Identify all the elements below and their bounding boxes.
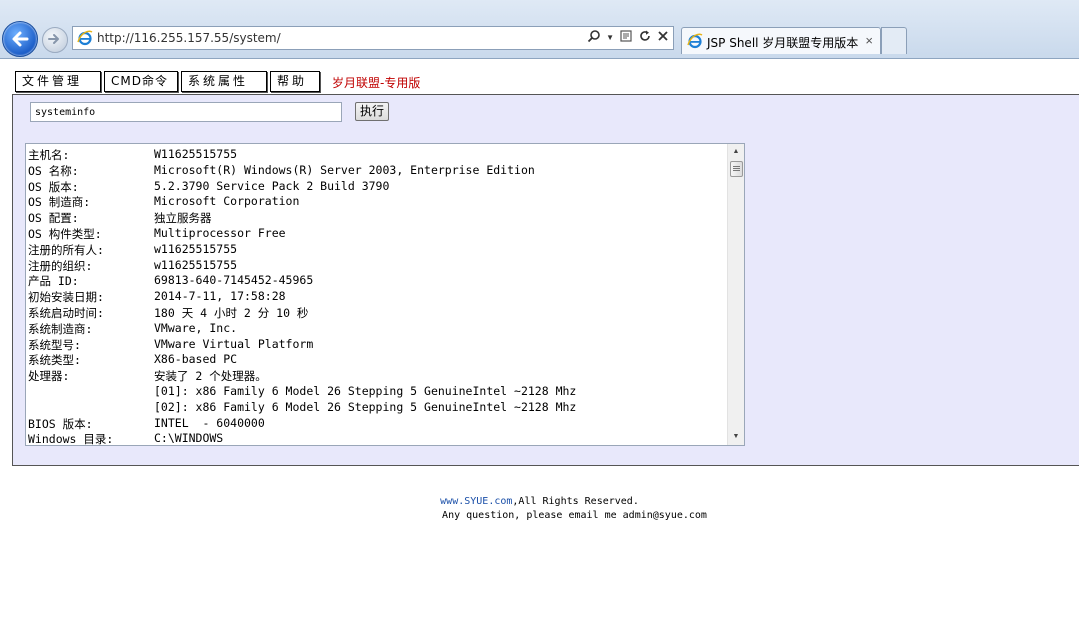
output-line: OS 名称: Microsoft(R) Windows(R) Server 200… [28,163,728,179]
stop-icon[interactable] [657,29,669,47]
output-value: [02]: x86 Family 6 Model 26 Stepping 5 G… [154,399,577,414]
output-line: BIOS 版本: INTEL - 6040000 [28,416,728,432]
output-value: VMware, Inc. [154,320,238,335]
new-tab-button[interactable] [881,27,907,54]
output-value: INTEL - 6040000 [154,415,265,430]
address-tools: ▼ [587,29,669,47]
browser-chrome: http://116.255.157.55/system/ ▼ JSP Shel… [0,0,1079,59]
output-line: 注册的组织: w11625515755 [28,258,728,274]
close-icon[interactable]: × [865,33,873,48]
menu-cmd[interactable]: CMD命令 [104,71,178,92]
command-panel: 执行 主机名: W11625515755 OS 名称: Microsoft(R) Wi… [12,94,1079,466]
forward-button[interactable] [42,27,68,53]
tab-title: JSP Shell 岁月联盟专用版本 [707,36,859,50]
compatibility-view-icon[interactable] [619,29,633,48]
output-key: OS 版本: [28,179,79,194]
output-key: 处理器: [28,369,70,384]
output-key: 主机名: [28,148,70,162]
browser-tab[interactable]: JSP Shell 岁月联盟专用版本 × [681,27,881,54]
output-value: Microsoft Corporation [154,194,300,209]
scroll-thumb[interactable] [730,161,743,177]
back-arrow-icon [12,31,29,47]
output-line: 系统型号: VMware Virtual Platform [28,337,728,353]
output-value: w11625515755 [154,257,238,272]
output-value: 2014-7-11, 17:58:28 [154,289,286,304]
output-line: 产品 ID: 69813-640-7145452-45965 [28,273,728,289]
footer-contact: Any question, please email me admin@syue… [442,510,707,521]
output-lines: 主机名: W11625515755 OS 名称: Microsoft(R) Windo… [28,147,728,446]
output-key: Windows 目录: [28,432,114,446]
scroll-down-icon[interactable]: ▼ [728,430,744,444]
output-line: [01]: x86 Family 6 Model 26 Stepping 5 G… [28,384,728,400]
output-key: 注册的组织: [28,258,93,273]
output-line: OS 配置: 独立服务器 [28,210,728,226]
ie-logo-icon [77,30,93,46]
menu-system-properties[interactable]: 系统属性 [181,71,267,92]
output-line: 系统类型: X86-based PC [28,352,728,368]
scroll-up-icon[interactable]: ▲ [728,145,744,159]
output-value: 5.2.3790 Service Pack 2 Build 3790 [154,178,390,193]
output-line: [02]: x86 Family 6 Model 26 Stepping 5 G… [28,400,728,416]
output-line: Windows 目录: C:\WINDOWS [28,431,728,446]
output-value: 独立服务器 [154,211,212,226]
footer-copyright: www.SYUE.com,All Rights Reserved. [0,496,1079,507]
output-value: C:\WINDOWS [154,431,224,446]
refresh-icon[interactable] [638,29,652,48]
footer-site-link[interactable]: www.SYUE.com [440,496,512,507]
output-key: OS 名称: [28,163,79,178]
output-value: 180 天 4 小时 2 分 10 秒 [154,305,309,320]
output-line: OS 制造商: Microsoft Corporation [28,194,728,210]
output-line: 注册的所有人: w11625515755 [28,242,728,258]
output-line: OS 版本: 5.2.3790 Service Pack 2 Build 3790 [28,179,728,195]
output-key: 系统启动时间: [28,305,104,320]
back-button[interactable] [2,21,38,57]
command-input[interactable] [30,102,342,122]
command-output[interactable]: 主机名: W11625515755 OS 名称: Microsoft(R) Windo… [25,143,745,446]
address-bar[interactable]: http://116.255.157.55/system/ ▼ [72,26,674,50]
output-line: 初始安装日期: 2014-7-11, 17:58:28 [28,289,728,305]
menu-help[interactable]: 帮助 [270,71,320,92]
output-value: w11625515755 [154,241,238,256]
search-icon[interactable] [587,29,601,48]
chevron-down-icon[interactable]: ▼ [606,29,614,47]
output-key: OS 构件类型: [28,226,102,241]
output-value: X86-based PC [154,352,238,367]
menu-file-manager[interactable]: 文件管理 [15,71,101,92]
execute-button[interactable]: 执行 [355,102,389,121]
forward-arrow-icon [48,34,59,44]
output-value: [01]: x86 Family 6 Model 26 Stepping 5 G… [154,383,577,398]
output-line: 处理器: 安装了 2 个处理器。 [28,368,728,384]
output-value: VMware Virtual Platform [154,336,314,351]
output-key: 系统型号: [28,337,81,352]
output-value: 安装了 2 个处理器。 [154,369,267,384]
brand-label: 岁月联盟-专用版 [332,76,421,90]
output-value: W11625515755 [154,147,238,161]
output-key: BIOS 版本: [28,416,93,431]
output-key: 产品 ID: [28,274,79,289]
output-value: Microsoft(R) Windows(R) Server 2003, Ent… [154,162,535,177]
output-line: 主机名: W11625515755 [28,147,728,163]
output-key: 注册的所有人: [28,242,104,257]
output-key: 系统制造商: [28,321,93,336]
output-value: Multiprocessor Free [154,225,286,240]
output-value: 69813-640-7145452-45965 [154,273,314,288]
output-key: OS 配置: [28,211,79,226]
vertical-scrollbar[interactable]: ▲ ▼ [727,144,744,445]
ie-logo-icon [687,33,703,49]
output-key: 系统类型: [28,353,81,368]
url-text: http://116.255.157.55/system/ [97,31,281,45]
output-key: 初始安装日期: [28,290,104,305]
output-key: OS 制造商: [28,195,91,210]
footer-rights: ,All Rights Reserved. [512,496,639,507]
output-line: OS 构件类型: Multiprocessor Free [28,226,728,242]
output-line: 系统制造商: VMware, Inc. [28,321,728,337]
output-line: 系统启动时间: 180 天 4 小时 2 分 10 秒 [28,305,728,321]
